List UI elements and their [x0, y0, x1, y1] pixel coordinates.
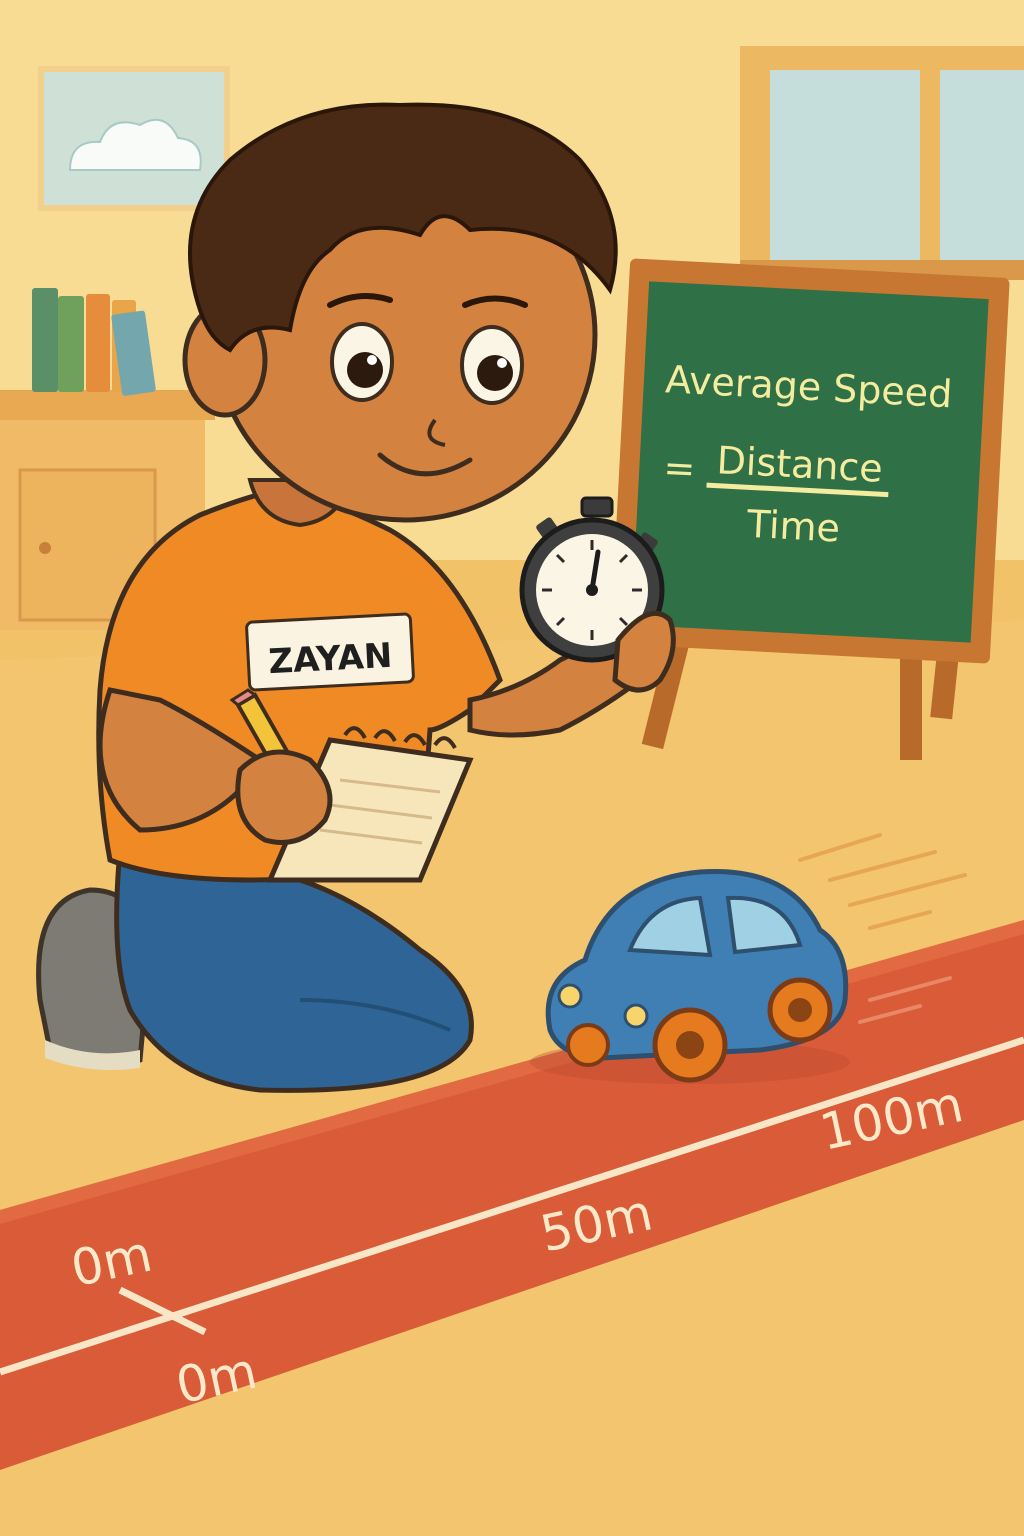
book	[86, 294, 110, 392]
book	[58, 296, 84, 392]
window	[740, 46, 1024, 280]
board-equals: =	[662, 445, 696, 491]
illustration-scene: Average Speed = Distance Time 0m 0m 50m …	[0, 0, 1024, 1536]
board-numerator: Distance	[716, 438, 884, 491]
book	[32, 288, 58, 392]
board-denominator: Time	[745, 502, 841, 551]
wall-picture	[38, 66, 230, 211]
name-tag-text: ZAYAN	[267, 636, 393, 682]
name-tag: ZAYAN	[245, 612, 415, 692]
car-wheel	[566, 1023, 610, 1067]
